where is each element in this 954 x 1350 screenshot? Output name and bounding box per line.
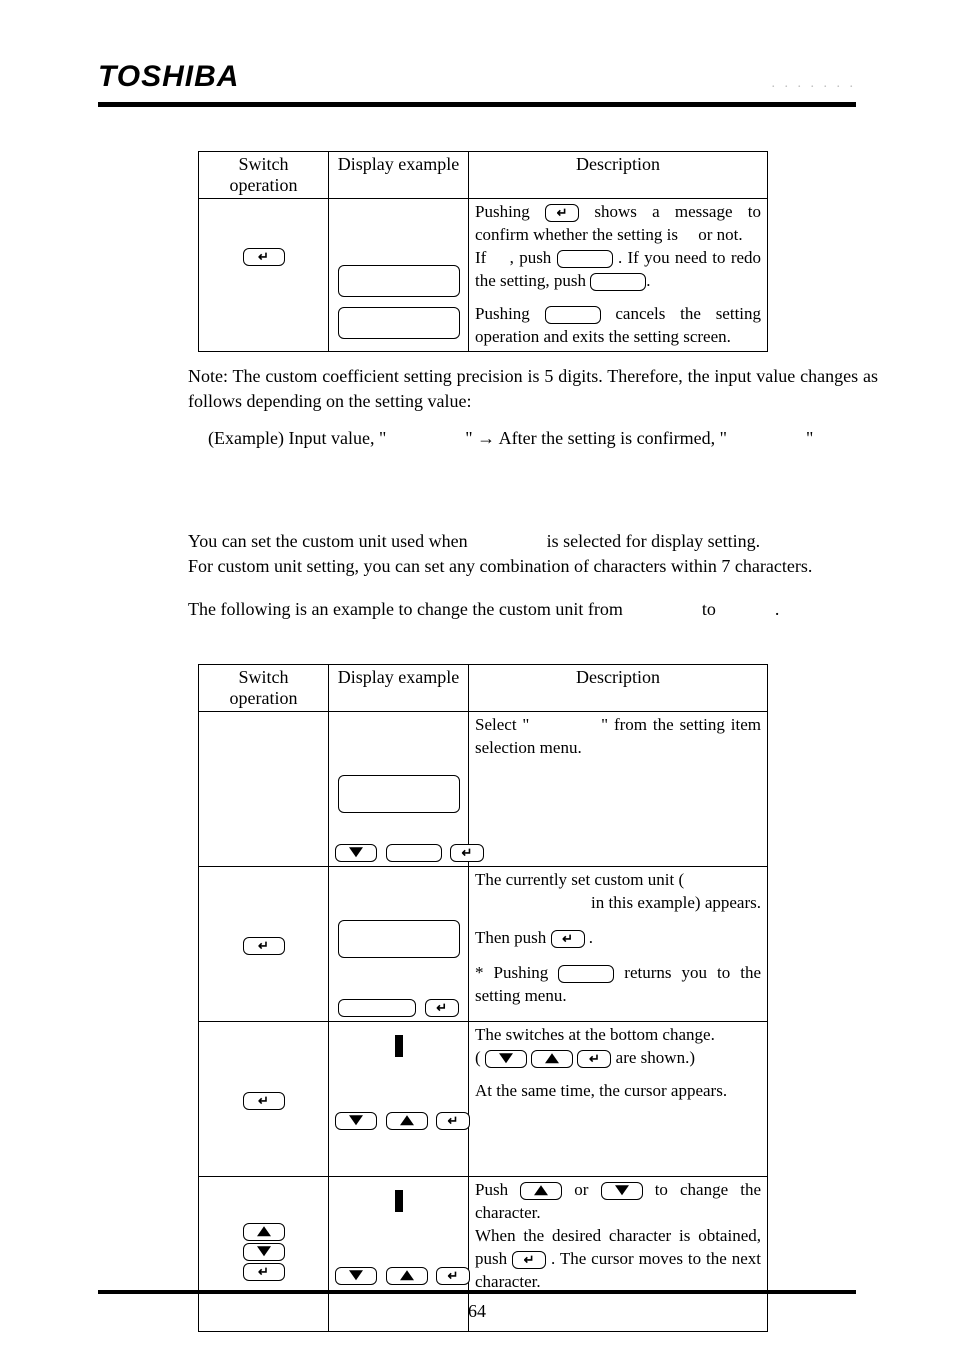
up-key-icon xyxy=(386,1112,428,1130)
example-line: (Example) Input value, " " → After the s… xyxy=(208,428,868,449)
enter-key-icon: ↵ xyxy=(512,1251,546,1269)
cursor-icon xyxy=(395,1190,403,1212)
enter-key-icon: ↵ xyxy=(243,1092,285,1110)
t2-r3-switch: ↵ xyxy=(199,1022,329,1177)
text: . xyxy=(589,928,593,947)
text: . xyxy=(646,271,650,290)
blank-key-icon xyxy=(557,250,613,268)
header-right-text: . . . . . . . xyxy=(772,76,857,94)
enter-key-icon: ↵ xyxy=(436,1112,470,1130)
t2-r1-desc: Select " " from the setting item selecti… xyxy=(469,712,768,867)
text: * Pushing xyxy=(475,963,548,982)
operation-table-1: Switch operation Display example Descrip… xyxy=(198,151,768,352)
note-block: Note: The custom coefficient setting pre… xyxy=(188,364,878,414)
footer-rule xyxy=(98,1290,856,1294)
blank-key-icon xyxy=(386,844,442,862)
enter-key-icon: ↵ xyxy=(243,248,285,266)
display-screen-placeholder xyxy=(338,920,460,958)
page-number: 64 xyxy=(0,1301,954,1322)
t2-r1-display: ↵ xyxy=(329,712,469,867)
blank-key-icon xyxy=(558,965,614,983)
display-screen-placeholder xyxy=(338,307,460,339)
enter-key-icon: ↵ xyxy=(545,204,579,222)
enter-key-icon: ↵ xyxy=(243,937,285,955)
operation-table-2: Switch operation Display example Descrip… xyxy=(198,664,768,1332)
down-key-icon xyxy=(335,1267,377,1285)
header-rule xyxy=(98,102,856,107)
up-key-icon xyxy=(386,1267,428,1285)
text: or not. xyxy=(682,225,742,244)
display-screen-placeholder xyxy=(338,775,460,813)
text: (Example) Input value, " xyxy=(208,428,386,448)
text: , push xyxy=(492,248,552,267)
text: Select " xyxy=(475,715,529,734)
up-key-icon xyxy=(531,1050,573,1068)
t1-switch-cell: ↵ xyxy=(199,199,329,352)
text: in this example) appears. xyxy=(591,892,761,915)
down-key-icon xyxy=(335,844,377,862)
t2-r3-desc: The switches at the bottom change. ( ↵ a… xyxy=(469,1022,768,1177)
text: If xyxy=(475,248,486,267)
text: Push xyxy=(475,1180,508,1199)
down-key-icon xyxy=(601,1182,643,1200)
up-key-icon xyxy=(520,1182,562,1200)
text: are shown.) xyxy=(616,1048,695,1067)
t2-h-desc: Description xyxy=(469,665,768,712)
t1-h-switch: Switch operation xyxy=(199,152,329,199)
down-key-icon xyxy=(243,1243,285,1261)
text: " → After the setting is confirmed, " xyxy=(465,428,727,448)
section-p1: You can set the custom unit used when is… xyxy=(188,529,888,554)
t1-h-desc: Description xyxy=(469,152,768,199)
down-key-icon xyxy=(335,1112,377,1130)
blank-key-icon xyxy=(590,273,646,291)
text: or xyxy=(574,1180,588,1199)
enter-key-icon: ↵ xyxy=(450,844,484,862)
t1-display-cell xyxy=(329,199,469,352)
t2-r2-display: ↵ xyxy=(329,867,469,1022)
text: Pushing xyxy=(475,202,530,221)
section-p2: For custom unit setting, you can set any… xyxy=(188,554,888,579)
t2-r1-switch xyxy=(199,712,329,867)
t2-r3-display: ↵ xyxy=(329,1022,469,1177)
up-key-icon xyxy=(243,1223,285,1241)
text: The currently set custom unit ( xyxy=(475,870,684,889)
enter-key-icon: ↵ xyxy=(436,1267,470,1285)
t2-h-display: Display example xyxy=(329,665,469,712)
down-key-icon xyxy=(485,1050,527,1068)
display-screen-placeholder xyxy=(338,265,460,297)
t1-desc-cell: Pushing ↵ shows a message to confirm whe… xyxy=(469,199,768,352)
logo: TOSHIBA xyxy=(98,60,239,94)
text: . xyxy=(775,599,780,619)
enter-key-icon: ↵ xyxy=(243,1263,285,1281)
t2-h-switch: Switch operation xyxy=(199,665,329,712)
text: to xyxy=(702,599,716,619)
text: Then push xyxy=(475,928,546,947)
text: " xyxy=(806,428,813,448)
text: At the same time, the cursor appears. xyxy=(475,1081,727,1100)
text: ( xyxy=(475,1048,481,1067)
t2-r2-switch: ↵ xyxy=(199,867,329,1022)
text: is selected for display setting. xyxy=(547,531,760,551)
t2-r2-desc: The currently set custom unit ( in this … xyxy=(469,867,768,1022)
blank-key-icon xyxy=(545,306,601,324)
t1-h-display: Display example xyxy=(329,152,469,199)
text: The following is an example to change th… xyxy=(188,599,623,619)
intro-line: The following is an example to change th… xyxy=(188,599,856,620)
blank-key-icon xyxy=(338,999,416,1017)
text: You can set the custom unit used when xyxy=(188,531,468,551)
enter-key-icon: ↵ xyxy=(425,999,459,1017)
note-label: Note: xyxy=(188,366,228,386)
note-text: The custom coefficient setting precision… xyxy=(188,366,878,411)
cursor-icon xyxy=(395,1035,403,1057)
enter-key-icon: ↵ xyxy=(551,930,585,948)
text: The switches at the bottom change. xyxy=(475,1025,715,1044)
text: Pushing xyxy=(475,304,530,323)
enter-key-icon: ↵ xyxy=(577,1050,611,1068)
